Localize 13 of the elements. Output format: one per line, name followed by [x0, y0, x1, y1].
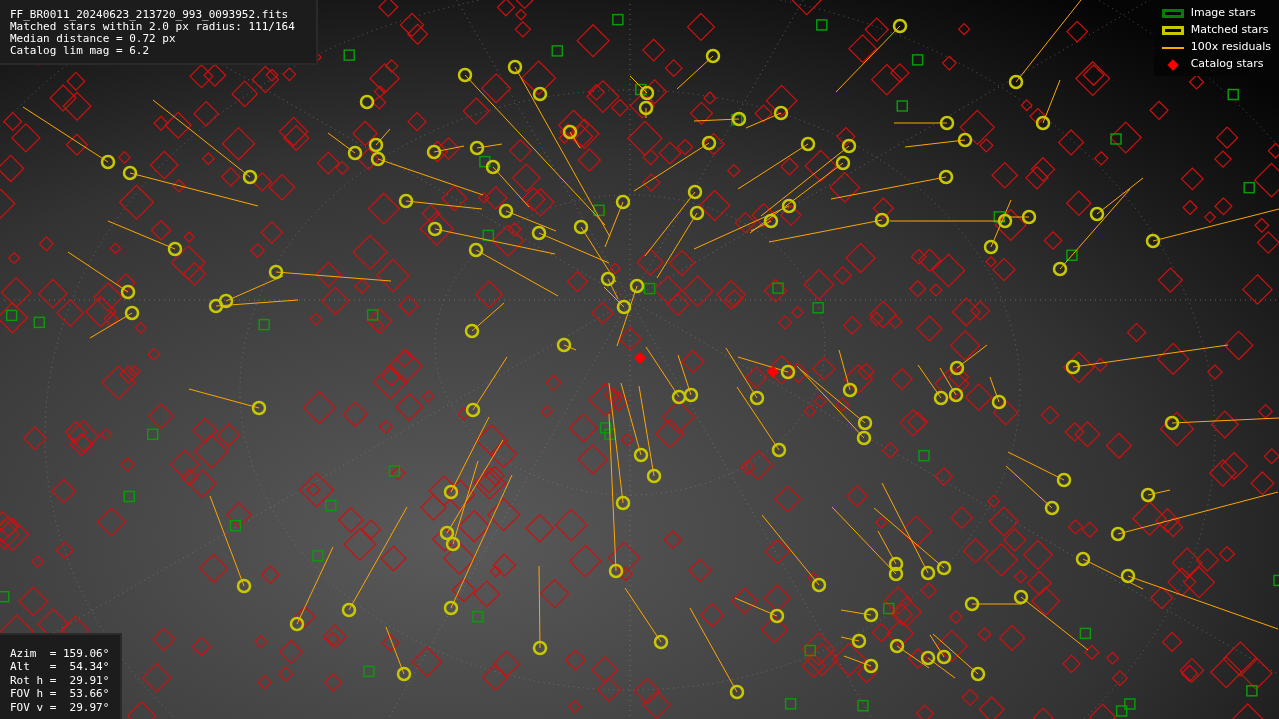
- pointing-text: FOV h = 53.66°: [10, 687, 110, 701]
- info-text: Median distance = 0.72 px: [10, 33, 177, 45]
- pointing-text: Azim = 159.06°: [10, 646, 110, 660]
- info-text: Catalog lim mag = 6.2: [10, 45, 151, 57]
- pointing-text: FOV v = 29.97°: [10, 700, 110, 714]
- legend-label: Catalog stars: [1190, 56, 1264, 73]
- pointing-text: Rot h = 29.91°: [10, 673, 110, 687]
- legend-label: Image stars: [1190, 5, 1256, 22]
- info-text: FF_BR0011_20240623_213720_993_0093952.fits: [10, 9, 290, 21]
- info-text: Matched stars within 2.0 px radius: 111/164: [10, 21, 296, 33]
- legend-label: Matched stars: [1190, 22, 1269, 39]
- pointing-text: Alt = 54.34°: [10, 660, 110, 674]
- legend-label: 100x residuals: [1190, 39, 1271, 56]
